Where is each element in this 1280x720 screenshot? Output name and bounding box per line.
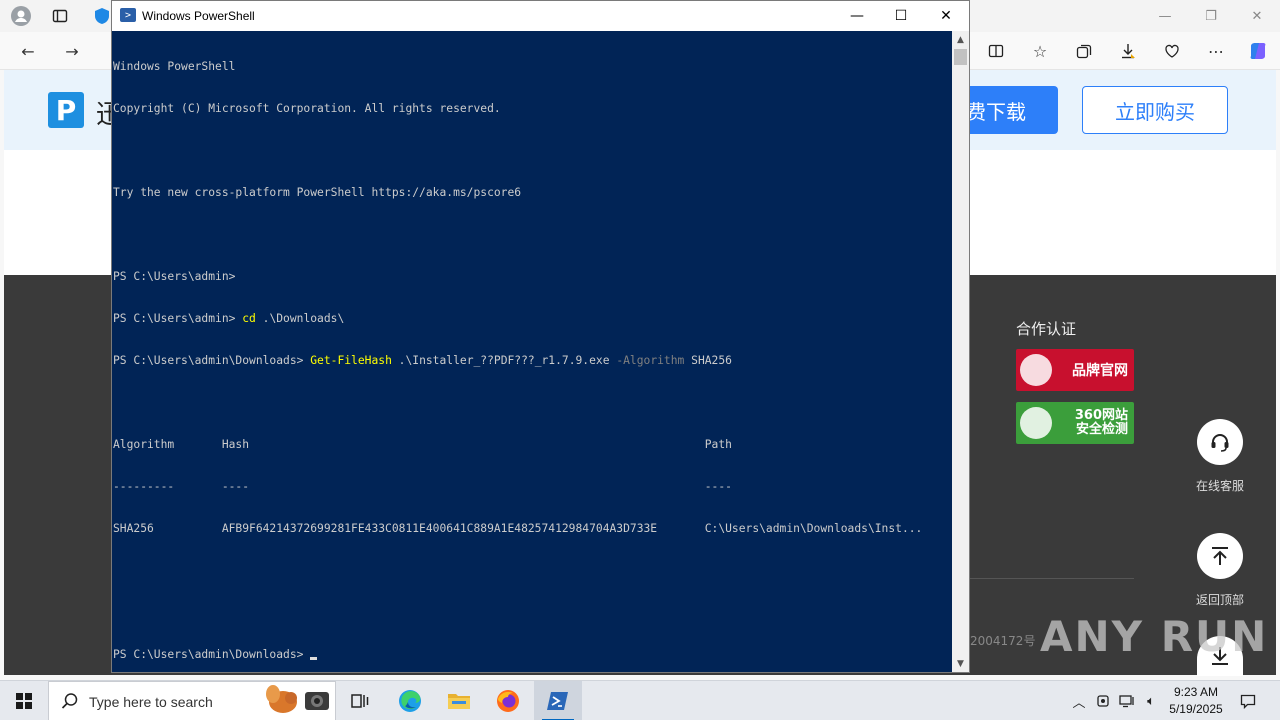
prompt: PS C:\Users\admin\Downloads> [113, 648, 311, 661]
taskbar: Type here to search ︿ 🔈︎ 9:23 AM 5/19/20… [0, 680, 1280, 720]
edge-icon[interactable] [386, 681, 434, 720]
clock[interactable]: 9:23 AM 5/19/2025 [1160, 684, 1232, 718]
customer-service-icon[interactable] [1197, 419, 1243, 465]
console-prompt-line[interactable]: PS C:\Users\admin\Downloads> [113, 648, 952, 662]
shield-tray-icon[interactable] [1092, 681, 1114, 720]
security-badge-line2: 安全检测 [1075, 422, 1128, 437]
maximize-icon[interactable]: ☐ [878, 1, 924, 31]
powershell-titlebar[interactable]: > Windows PowerShell — ☐ ✕ [112, 1, 969, 31]
back-to-top-icon[interactable] [1197, 533, 1243, 579]
window-title: Windows PowerShell [142, 9, 255, 23]
scrollbar-thumb[interactable] [954, 49, 967, 65]
task-view-icon[interactable] [336, 681, 384, 720]
search-highlight-illustration [266, 685, 329, 713]
arrow-left-icon[interactable]: ← [17, 40, 39, 62]
command-arg: .\Downloads\ [255, 312, 345, 325]
command-get-filehash: Get-FileHash [310, 354, 392, 367]
site-logo[interactable]: P [48, 92, 84, 128]
footer-divider [970, 578, 1134, 579]
console-line: Try the new cross-platform PowerShell ht… [113, 186, 522, 199]
close-icon[interactable]: ✕ [923, 1, 969, 31]
command-param: -Algorithm [616, 354, 685, 367]
notifications-icon[interactable] [1236, 681, 1260, 720]
console-command-line: PS C:\Users\admin> cd .\Downloads\ [113, 312, 952, 326]
download-button[interactable]: 费下载 [960, 86, 1058, 134]
command-cd: cd [242, 312, 256, 325]
tab-actions-icon[interactable] [49, 5, 71, 27]
back-to-top-label: 返回顶部 [1195, 593, 1244, 607]
shield-tab-icon[interactable] [91, 5, 113, 27]
vertical-scrollbar[interactable]: ▲ ▼ [952, 31, 969, 672]
search-placeholder: Type here to search [89, 694, 213, 710]
partner-title: 合作认证 [1016, 320, 1077, 338]
powershell-icon: > [120, 8, 136, 22]
network-icon[interactable] [1116, 681, 1138, 720]
console-line: Copyright (C) Microsoft Corporation. All… [113, 102, 501, 115]
command-arg: .\Installer_??PDF???_r1.7.9.exe [391, 354, 617, 367]
prompt: PS C:\Users\admin\Downloads> [113, 354, 311, 367]
command-param-value: SHA256 [684, 354, 732, 367]
console-line: PS C:\Users\admin> [113, 270, 236, 283]
extensions-icon[interactable] [1161, 40, 1183, 62]
security-check-badge[interactable]: 360网站 安全检测 [1016, 402, 1134, 444]
browser-restore-icon[interactable]: ❐ [1199, 6, 1223, 26]
copilot-icon[interactable] [1247, 40, 1269, 62]
clock-time: 9:23 AM [1173, 685, 1219, 699]
security-badge-line1: 360网站 [1074, 407, 1128, 423]
downloads-icon[interactable] [1117, 40, 1139, 62]
buy-button[interactable]: 立即购买 [1082, 86, 1228, 134]
text-cursor [310, 657, 318, 660]
file-explorer-icon[interactable] [435, 681, 483, 720]
favorites-icon[interactable]: ☆ [1029, 40, 1051, 62]
arrow-right-icon[interactable]: → [61, 40, 83, 62]
volume-icon[interactable]: 🔈︎ [1140, 681, 1162, 720]
customer-service-label: 在线客服 [1195, 479, 1244, 493]
prompt: PS C:\Users\admin> [113, 312, 243, 325]
collections-icon[interactable] [1073, 40, 1095, 62]
magnifier-shield-icon [1020, 407, 1052, 439]
anyrun-watermark: ANY RUN [1040, 612, 1269, 661]
split-screen-icon[interactable] [985, 40, 1007, 62]
brand-site-badge[interactable]: 品牌官网 [1016, 349, 1134, 391]
table-row: SHA256 AFB9F64214372699281FE433C0811E400… [113, 522, 923, 535]
icp-record: 2004172号 [970, 634, 1036, 648]
more-icon[interactable]: ⋯ [1205, 40, 1227, 62]
taskbar-search[interactable]: Type here to search [48, 681, 336, 720]
start-button[interactable] [0, 681, 48, 720]
console-output[interactable]: Windows PowerShell Copyright (C) Microso… [112, 31, 952, 672]
minimize-icon[interactable]: — [834, 1, 880, 31]
powershell-taskbar-icon[interactable] [534, 681, 582, 720]
console-line: Windows PowerShell [113, 60, 236, 73]
brand-badge-text: 品牌官网 [1072, 363, 1128, 379]
show-hidden-icons-icon[interactable]: ︿ [1068, 681, 1090, 720]
clock-date: 5/19/2025 [1169, 702, 1223, 716]
search-icon [61, 692, 79, 715]
browser-close-icon[interactable]: ✕ [1245, 6, 1269, 26]
windows-logo-icon [16, 693, 32, 709]
firefox-icon[interactable] [484, 681, 532, 720]
console-command-line: PS C:\Users\admin\Downloads> Get-FileHas… [113, 354, 952, 368]
scroll-up-icon[interactable]: ▲ [952, 31, 969, 48]
table-header: Algorithm Hash Path [113, 438, 732, 451]
table-separator: --------- ---- ---- [113, 480, 732, 493]
seal-icon [1020, 354, 1052, 386]
powershell-window[interactable]: > Windows PowerShell — ☐ ✕ Windows Power… [111, 0, 970, 673]
browser-minimize-icon[interactable]: — [1153, 6, 1177, 26]
profile-icon[interactable] [10, 5, 32, 27]
scroll-down-arrow-icon[interactable]: ▼ [952, 655, 969, 672]
